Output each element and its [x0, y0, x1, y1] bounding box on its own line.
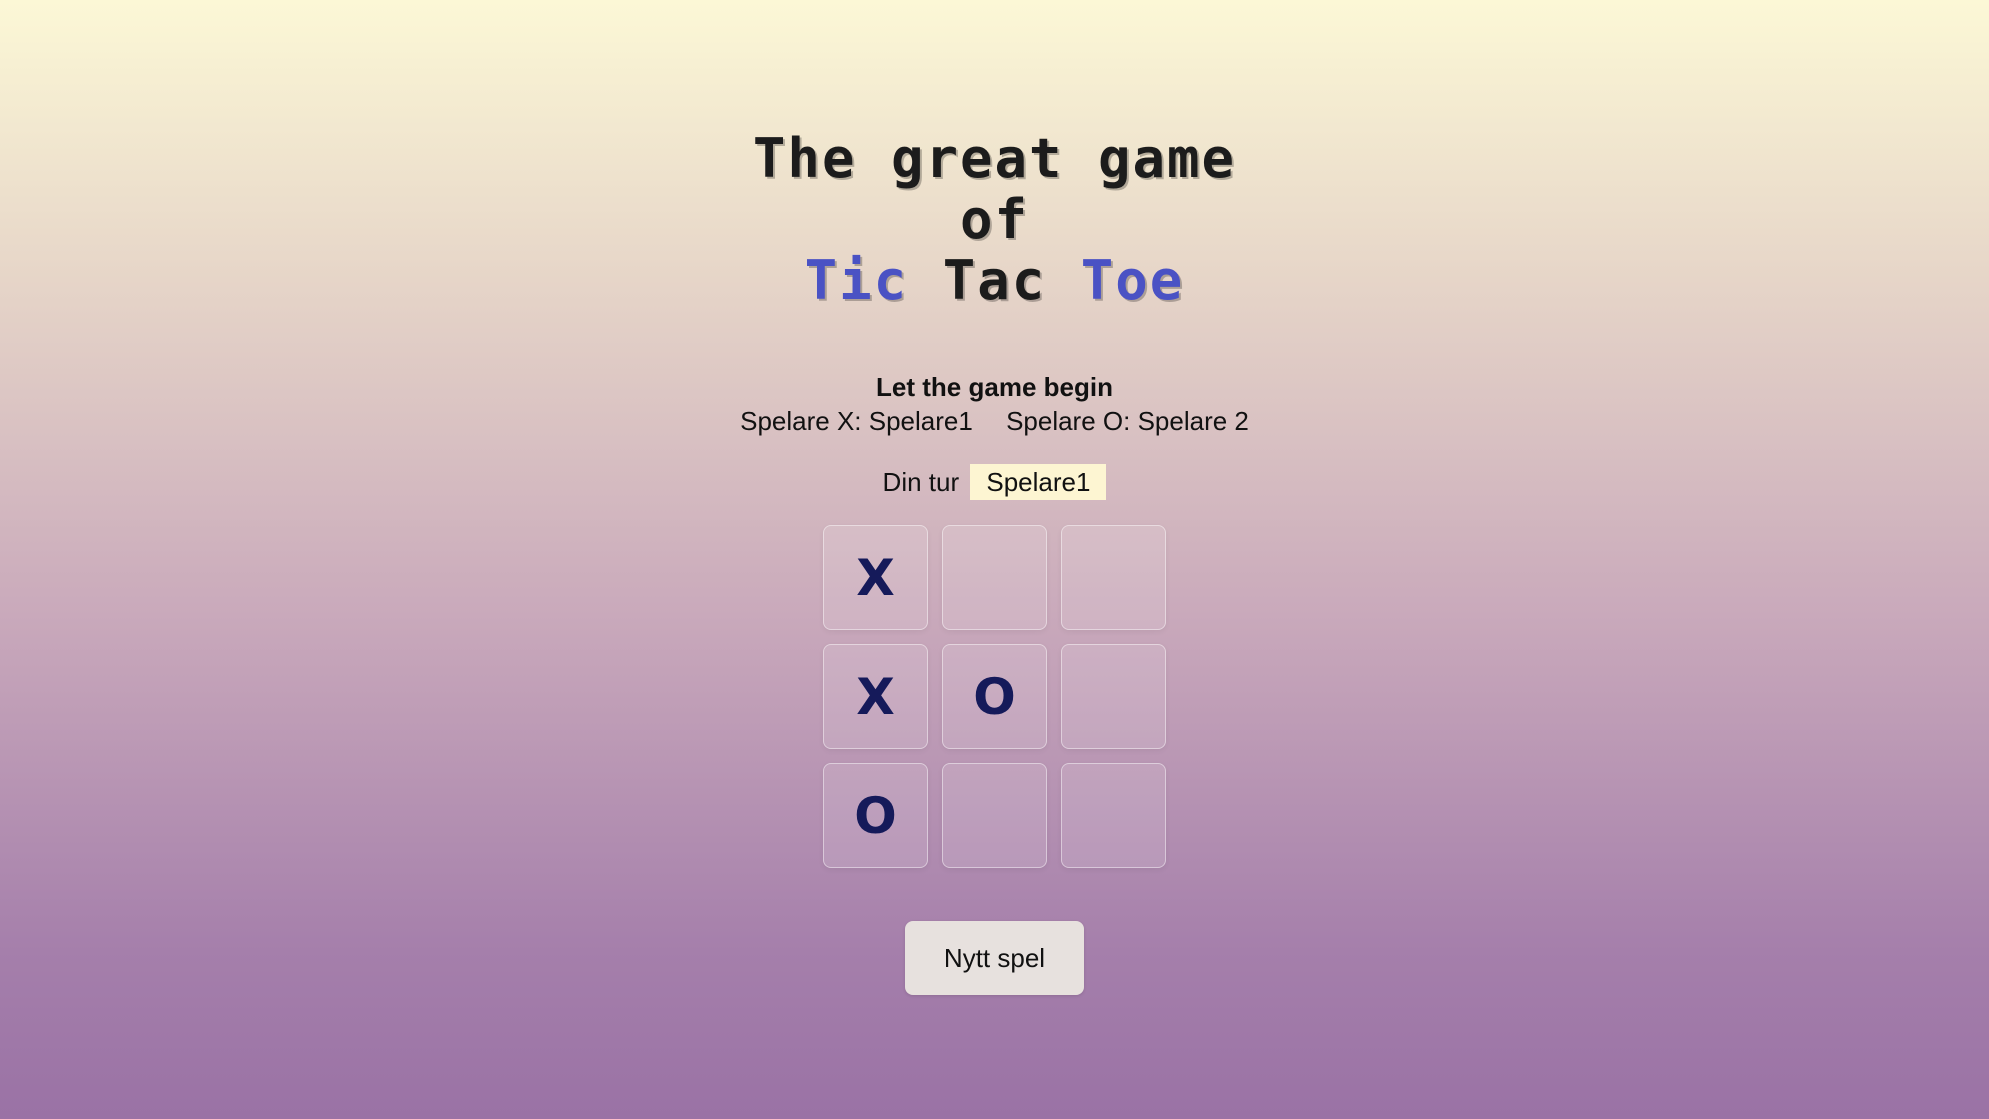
board-cell-5[interactable]: O	[942, 644, 1047, 749]
turn-indicator: Din tur Spelare1	[0, 464, 1989, 500]
board-cell-7[interactable]: O	[823, 763, 928, 868]
player-o-label: Spelare O: Spelare 2	[1006, 406, 1249, 436]
current-player-badge: Spelare1	[970, 464, 1107, 500]
title-line-1: The great game	[752, 127, 1237, 190]
game-heading: Let the game begin	[876, 372, 1113, 402]
turn-label: Din tur	[882, 467, 960, 497]
board-cell-1[interactable]: X	[823, 525, 928, 630]
board-cell-2[interactable]	[942, 525, 1047, 630]
board-cell-9[interactable]	[1061, 763, 1166, 868]
title-word-tac: Tac	[942, 249, 1047, 312]
new-game-button[interactable]: Nytt spel	[905, 921, 1084, 995]
board-cell-8[interactable]	[942, 763, 1047, 868]
game-info: Let the game begin Spelare X: Spelare1 S…	[0, 370, 1989, 438]
title-word-toe: Toe	[1080, 249, 1185, 312]
board-cell-4[interactable]: X	[823, 644, 928, 749]
title-line-3: Tic Tac Toe	[0, 250, 1989, 311]
player-x-label: Spelare X: Spelare1	[740, 406, 973, 436]
game-board: X X O O	[823, 525, 1166, 868]
title-word-tic: Tic	[804, 249, 909, 312]
board-cell-6[interactable]	[1061, 644, 1166, 749]
players-line: Spelare X: Spelare1 Spelare O: Spelare 2	[0, 404, 1989, 438]
board-cell-3[interactable]	[1061, 525, 1166, 630]
game-title: The great game of Tic Tac Toe	[0, 128, 1989, 311]
title-line-2: of	[959, 188, 1030, 251]
